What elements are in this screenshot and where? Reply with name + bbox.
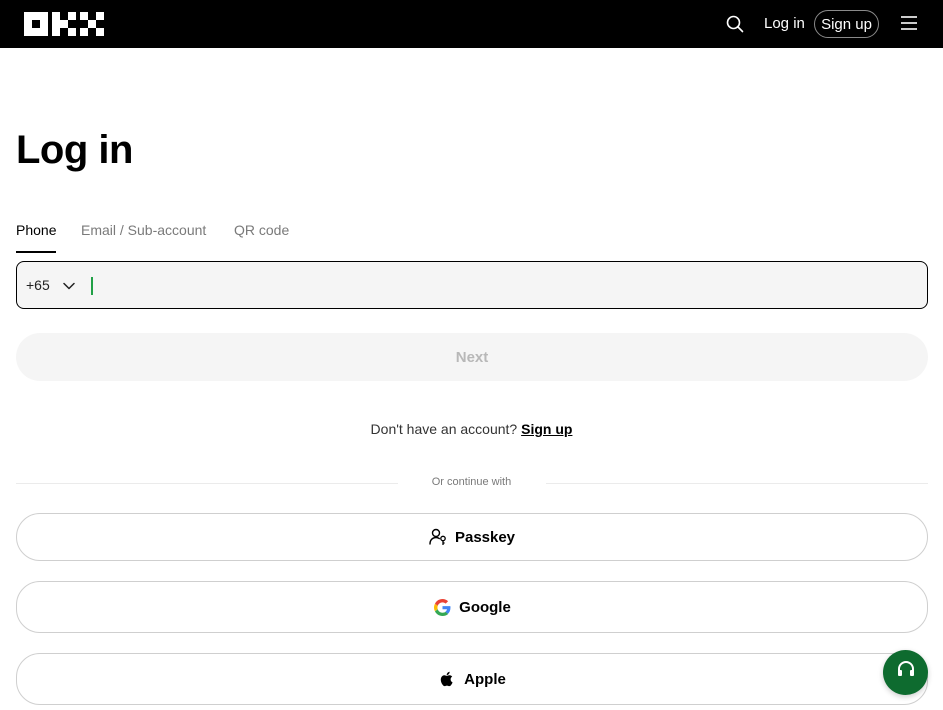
- signup-prompt-text: Don't have an account?: [370, 421, 518, 437]
- country-code-select[interactable]: +65: [26, 277, 50, 293]
- page-title: Log in: [16, 128, 133, 172]
- tab-qr-code[interactable]: QR code: [234, 222, 289, 253]
- hamburger-menu-icon[interactable]: [901, 16, 917, 30]
- signup-link[interactable]: Sign up: [521, 421, 572, 437]
- chevron-down-icon[interactable]: [63, 279, 75, 291]
- divider-text: Or continue with: [431, 476, 512, 488]
- okx-logo[interactable]: [24, 12, 104, 36]
- passkey-label: Passkey: [454, 528, 516, 546]
- google-icon: [433, 598, 451, 616]
- headset-icon: [896, 660, 916, 685]
- phone-field[interactable]: +65: [16, 261, 928, 309]
- divider-right: [546, 483, 928, 484]
- apple-icon: [438, 670, 456, 688]
- passkey-button[interactable]: Passkey: [16, 513, 928, 561]
- text-caret: [91, 277, 93, 295]
- top-navigation-bar: Log in Sign up: [0, 0, 943, 48]
- passkey-icon: [429, 528, 447, 546]
- apple-button[interactable]: Apple: [16, 653, 928, 705]
- google-label: Google: [459, 598, 511, 616]
- search-icon[interactable]: [726, 15, 744, 33]
- google-button[interactable]: Google: [16, 581, 928, 633]
- tab-phone[interactable]: Phone: [16, 222, 57, 253]
- header-login-link[interactable]: Log in: [764, 15, 805, 32]
- signup-prompt: Don't have an account? Sign up: [0, 421, 943, 437]
- next-button[interactable]: Next: [16, 333, 928, 381]
- support-chat-button[interactable]: [883, 650, 928, 695]
- apple-label: Apple: [464, 670, 506, 688]
- phone-number-input[interactable]: [99, 268, 909, 302]
- header-signup-button[interactable]: Sign up: [814, 10, 879, 38]
- tab-email-sub-account[interactable]: Email / Sub-account: [81, 222, 206, 253]
